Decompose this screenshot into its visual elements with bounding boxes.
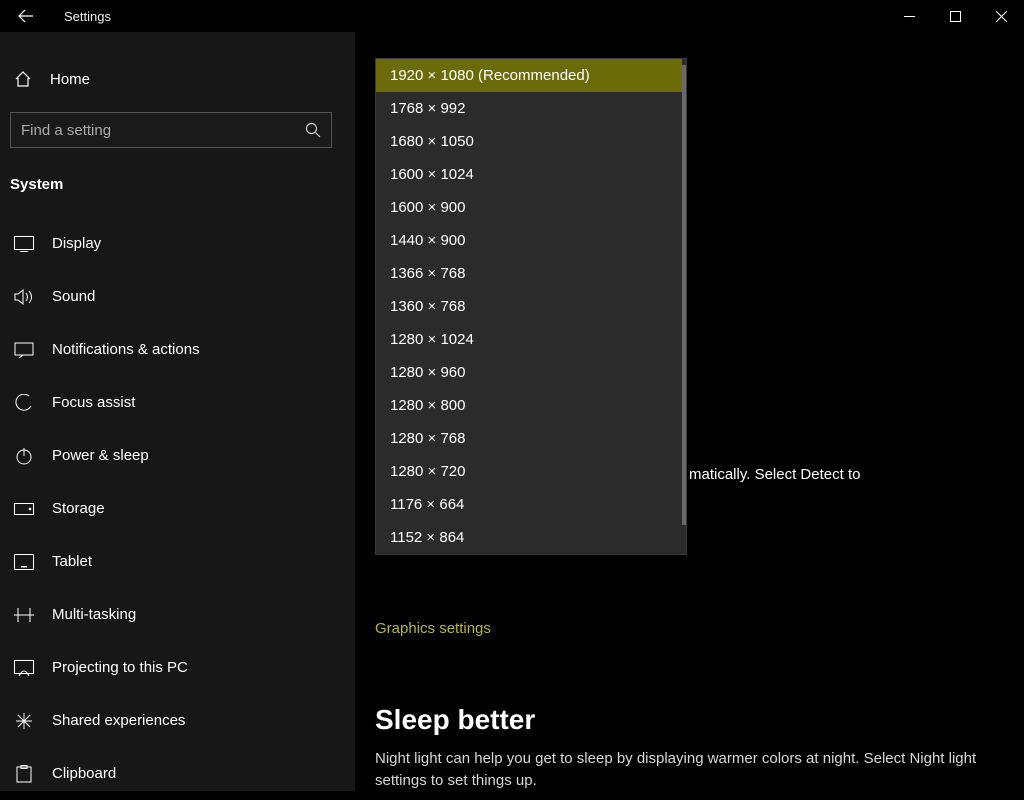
resolution-option[interactable]: 1920 × 1080 (Recommended) [376, 59, 682, 92]
sleep-better-body: Night light can help you get to sleep by… [375, 748, 995, 792]
window-title: Settings [64, 9, 111, 24]
resolution-dropdown[interactable]: 1920 × 1080 (Recommended)1768 × 9921680 … [375, 58, 687, 555]
resolution-option[interactable]: 1280 × 960 [376, 356, 682, 389]
back-button[interactable] [16, 6, 36, 26]
resolution-option[interactable]: 1366 × 768 [376, 257, 682, 290]
search-icon [305, 122, 321, 138]
sidebar-home-label: Home [50, 71, 90, 88]
sidebar-item-clipboard[interactable]: Clipboard [0, 747, 355, 800]
sidebar-item-multitasking[interactable]: Multi-tasking [0, 588, 355, 641]
minimize-icon [904, 11, 915, 22]
resolution-option[interactable]: 1152 × 864 [376, 521, 682, 554]
sidebar-item-label: Clipboard [52, 765, 116, 782]
search-box[interactable] [10, 112, 332, 148]
sidebar-group-title: System [0, 168, 355, 217]
close-icon [996, 11, 1007, 22]
sidebar-item-label: Power & sleep [52, 447, 149, 464]
power-icon [12, 447, 36, 465]
clipboard-icon [12, 765, 36, 783]
tablet-icon [12, 554, 36, 570]
storage-icon [12, 503, 36, 515]
sidebar-item-projecting[interactable]: Projecting to this PC [0, 641, 355, 694]
minimize-button[interactable] [886, 0, 932, 32]
resolution-option[interactable]: 1360 × 768 [376, 290, 682, 323]
sidebar-item-storage[interactable]: Storage [0, 482, 355, 535]
projecting-icon [12, 660, 36, 676]
sidebar-item-sound[interactable]: Sound [0, 270, 355, 323]
resolution-option[interactable]: 1280 × 800 [376, 389, 682, 422]
multitasking-icon [12, 608, 36, 622]
resolution-option[interactable]: 1600 × 900 [376, 191, 682, 224]
resolution-option[interactable]: 1176 × 664 [376, 488, 682, 521]
sidebar-item-notifications[interactable]: Notifications & actions [0, 323, 355, 376]
sidebar-item-label: Notifications & actions [52, 341, 200, 358]
sidebar-item-label: Projecting to this PC [52, 659, 188, 676]
scrollbar-thumb[interactable] [682, 65, 686, 525]
arrow-left-icon [18, 8, 34, 24]
content-pane: matically. Select Detect to 1920 × 1080 … [355, 32, 1024, 791]
sidebar-item-shared[interactable]: Shared experiences [0, 694, 355, 747]
window-controls [886, 0, 1024, 32]
resolution-option[interactable]: 1600 × 1024 [376, 158, 682, 191]
resolution-option[interactable]: 1680 × 1050 [376, 125, 682, 158]
sidebar-item-label: Multi-tasking [52, 606, 136, 623]
resolution-option[interactable]: 1280 × 1024 [376, 323, 682, 356]
graphics-settings-link[interactable]: Graphics settings [375, 620, 491, 637]
sidebar-item-focus-assist[interactable]: Focus assist [0, 376, 355, 429]
resolution-option[interactable]: 1280 × 720 [376, 455, 682, 488]
focus-icon [12, 394, 36, 412]
sidebar-item-label: Storage [52, 500, 105, 517]
shared-icon [12, 712, 36, 730]
notifications-icon [12, 342, 36, 358]
sidebar-item-label: Display [52, 235, 101, 252]
close-button[interactable] [978, 0, 1024, 32]
sidebar-item-label: Focus assist [52, 394, 135, 411]
sleep-better-heading: Sleep better [375, 704, 535, 736]
sidebar-item-tablet[interactable]: Tablet [0, 535, 355, 588]
sidebar-item-label: Sound [52, 288, 95, 305]
sidebar-item-display[interactable]: Display [0, 217, 355, 270]
dropdown-scrollbar[interactable] [682, 59, 686, 554]
sidebar: Home System Display [0, 32, 355, 791]
maximize-button[interactable] [932, 0, 978, 32]
search-input[interactable] [21, 122, 305, 139]
sidebar-home[interactable]: Home [0, 60, 355, 98]
sidebar-item-power-sleep[interactable]: Power & sleep [0, 429, 355, 482]
home-icon [12, 70, 34, 88]
sound-icon [12, 289, 36, 305]
sidebar-item-label: Shared experiences [52, 712, 185, 729]
titlebar: Settings [0, 0, 1024, 32]
maximize-icon [950, 11, 961, 22]
sidebar-item-label: Tablet [52, 553, 92, 570]
resolution-option[interactable]: 1768 × 992 [376, 92, 682, 125]
resolution-option[interactable]: 1440 × 900 [376, 224, 682, 257]
detect-text-fragment: matically. Select Detect to [689, 466, 1024, 483]
display-icon [12, 236, 36, 252]
resolution-option[interactable]: 1280 × 768 [376, 422, 682, 455]
